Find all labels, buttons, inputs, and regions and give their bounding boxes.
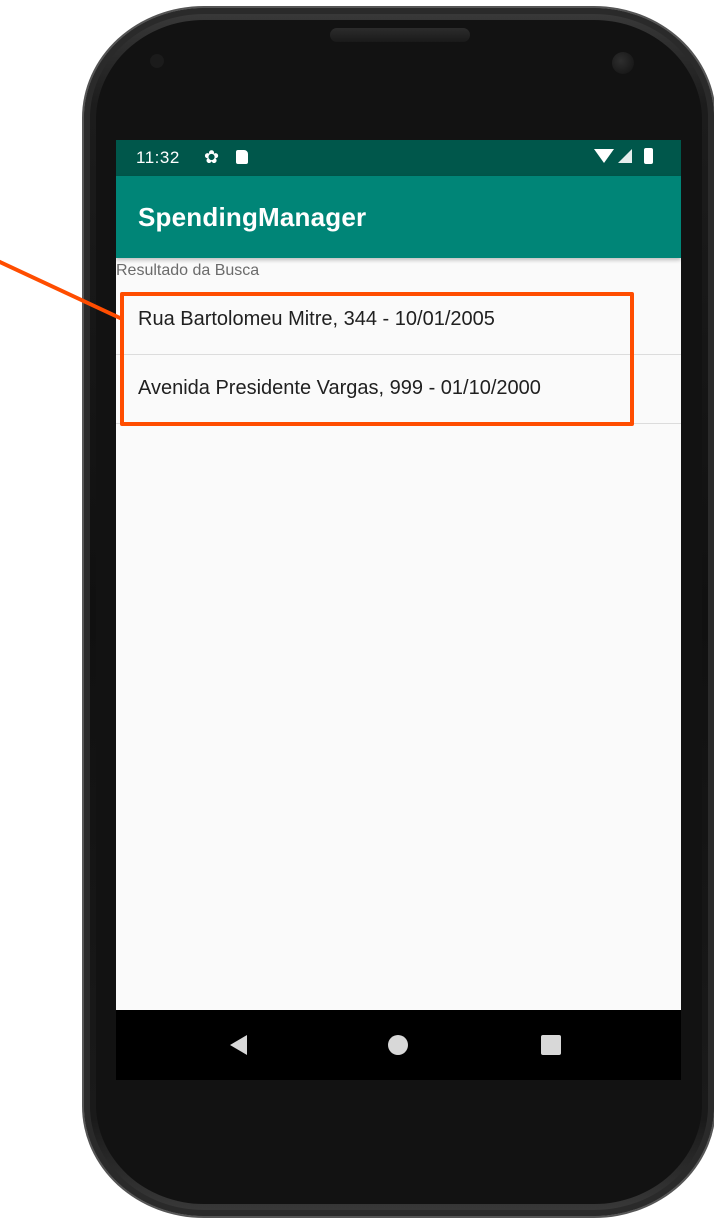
- stage: 11:32 ✿ SpendingManager Resultado da Bus…: [0, 0, 714, 1221]
- pointer-line: [0, 260, 122, 320]
- pointer-arrow: [0, 260, 122, 320]
